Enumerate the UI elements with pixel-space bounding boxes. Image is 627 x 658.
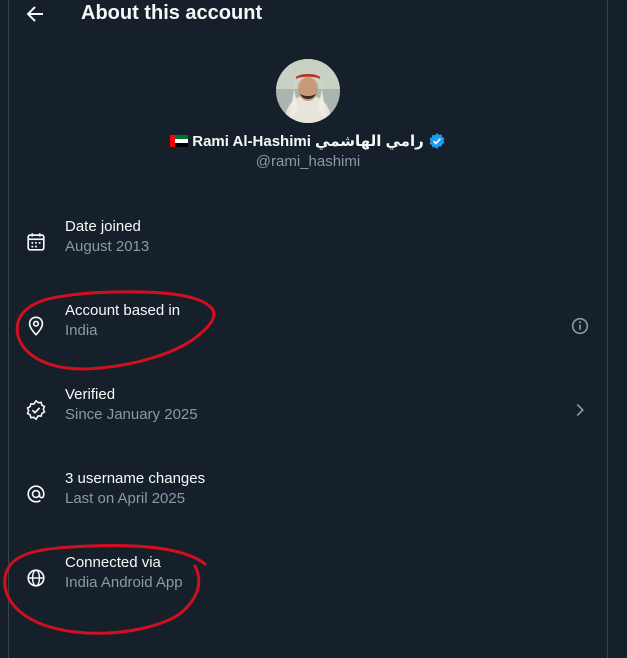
row-account-based-in: Account based in India [9,284,607,368]
handle: @rami_hashimi [255,153,361,170]
row-value: August 2013 [65,238,150,255]
row-verified[interactable]: Verified Since January 2025 [9,368,607,452]
verified-badge-icon[interactable] [428,132,446,150]
verified-check-icon [26,399,46,421]
at-sign-icon [27,485,45,503]
row-label: 3 username changes [65,470,206,487]
row-value: India [65,322,98,339]
row-value: Last on April 2025 [65,490,186,507]
location-pin-icon [28,316,44,336]
avatar-image [276,59,340,123]
row-label: Connected via [65,554,161,571]
avatar[interactable] [276,59,340,123]
info-icon[interactable] [569,315,591,337]
display-name: Rami Al-Hashimi رامي الهاشمي [192,133,424,150]
uae-flag-icon [170,135,189,147]
row-value: Since January 2025 [65,406,198,423]
row-connected-via: Connected via India Android App [9,536,607,620]
row-username-changes: 3 username changes Last on April 2025 [9,452,607,536]
globe-icon [27,569,45,587]
row-value: India Android App [65,574,183,591]
row-date-joined: Date joined August 2013 [9,200,607,284]
arrow-left-icon[interactable] [23,2,47,26]
row-label: Date joined [65,218,141,235]
row-label: Verified [65,386,116,403]
calendar-icon [27,233,45,251]
name-row: Rami Al-Hashimi رامي الهاشمي [9,131,607,151]
header: About this account [9,0,607,28]
page-title: About this account [81,2,263,24]
about-account-panel: About this account Rami Al-Hashimi رامي … [8,0,608,658]
chevron-right-icon [576,403,584,417]
row-label: Account based in [65,302,181,319]
